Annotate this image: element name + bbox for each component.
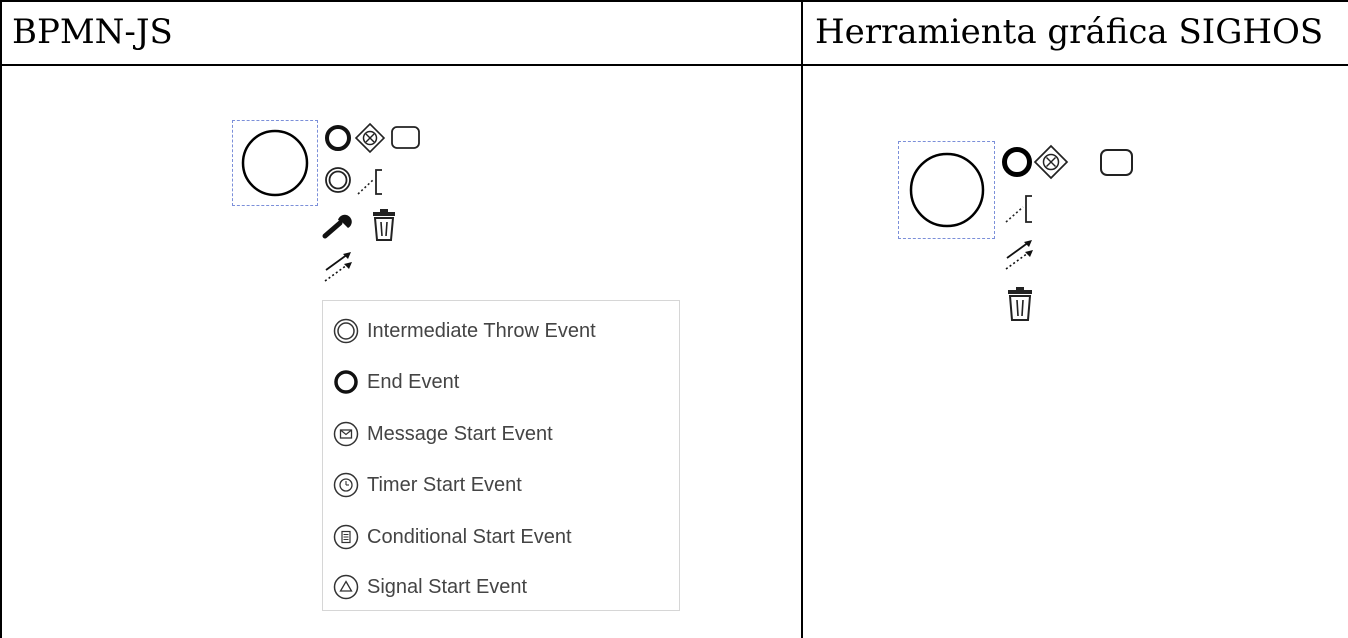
- end-event-icon[interactable]: [324, 124, 352, 152]
- gateway-icon[interactable]: [1033, 144, 1069, 180]
- message-start-event-icon: [333, 421, 359, 447]
- replace-menu: Intermediate Throw Event End Event Messa…: [322, 300, 680, 611]
- connect-icon[interactable]: [322, 250, 358, 284]
- intermediate-event-icon[interactable]: [324, 166, 352, 194]
- end-event-icon[interactable]: [1001, 146, 1033, 178]
- menu-item-conditional-start-event[interactable]: Conditional Start Event: [333, 517, 572, 557]
- menu-item-signal-start-event[interactable]: Signal Start Event: [333, 567, 527, 607]
- trash-icon[interactable]: [370, 208, 398, 242]
- menu-item-label: Signal Start Event: [367, 575, 528, 598]
- text-annotation-icon[interactable]: [355, 166, 387, 198]
- menu-item-timer-start-event[interactable]: Timer Start Event: [333, 465, 522, 505]
- start-event-shape[interactable]: [908, 151, 986, 229]
- end-event-icon: [334, 370, 358, 394]
- sighos-panel: [803, 66, 1348, 638]
- bpmn-js-panel: Intermediate Throw Event End Event Messa…: [0, 66, 800, 638]
- task-icon[interactable]: [390, 125, 422, 151]
- text-annotation-icon[interactable]: [1003, 192, 1037, 226]
- menu-item-label: End Event: [367, 370, 460, 393]
- intermediate-throw-event-icon: [333, 318, 359, 344]
- menu-item-message-start-event[interactable]: Message Start Event: [333, 414, 553, 454]
- left-column-header: BPMN-JS: [12, 12, 173, 52]
- start-event-shape[interactable]: [240, 128, 310, 198]
- connect-icon[interactable]: [1003, 238, 1039, 272]
- trash-icon[interactable]: [1005, 286, 1035, 322]
- menu-item-label: Message Start Event: [367, 422, 553, 445]
- right-column-header: Herramienta gráfica SIGHOS: [815, 12, 1324, 52]
- menu-item-label: Intermediate Throw Event: [367, 319, 596, 342]
- timer-start-event-icon: [333, 472, 359, 498]
- signal-start-event-icon: [333, 574, 359, 600]
- menu-item-end-event[interactable]: End Event: [333, 362, 459, 402]
- conditional-start-event-icon: [333, 524, 359, 550]
- menu-item-intermediate-throw-event[interactable]: Intermediate Throw Event: [333, 311, 596, 351]
- menu-item-label: Timer Start Event: [367, 473, 522, 496]
- wrench-icon[interactable]: [322, 212, 354, 240]
- gateway-icon[interactable]: [354, 122, 386, 154]
- menu-item-label: Conditional Start Event: [367, 525, 572, 548]
- task-icon[interactable]: [1099, 148, 1135, 178]
